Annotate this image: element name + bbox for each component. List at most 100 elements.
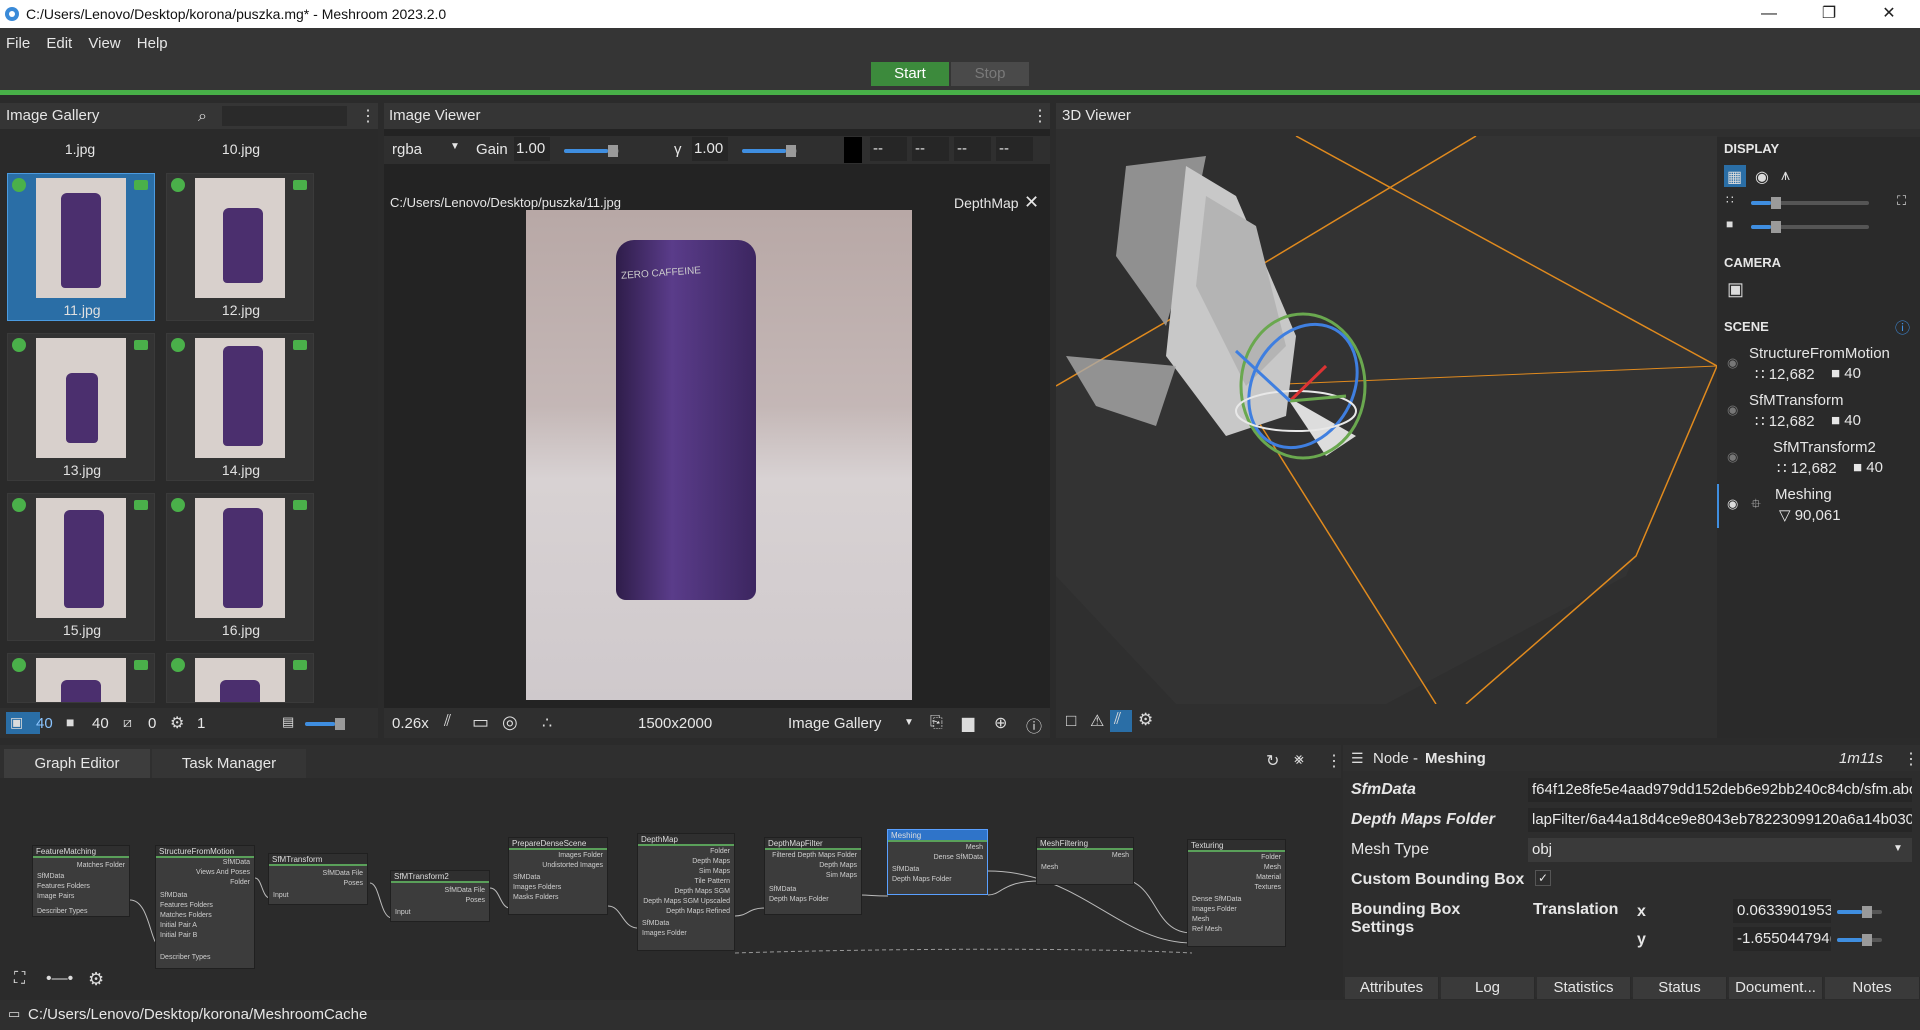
thumbnail-12[interactable]: 12.jpg xyxy=(166,173,314,321)
close-icon[interactable]: ✕ xyxy=(1024,192,1039,213)
mesh-type-select[interactable]: obj xyxy=(1528,838,1912,862)
close-window-button[interactable]: ✕ xyxy=(1860,0,1918,28)
translation-y-knob[interactable] xyxy=(1862,934,1872,946)
bounding-box-icon[interactable]: □ xyxy=(1066,711,1076,731)
node-menu-icon[interactable]: ⋮ xyxy=(1903,749,1919,769)
maximize-button[interactable]: ❐ xyxy=(1800,0,1858,28)
custom-bbox-checkbox[interactable]: ✓ xyxy=(1535,870,1551,886)
node-port[interactable]: SfMData xyxy=(513,874,540,881)
node-port[interactable]: Matches Folder xyxy=(77,862,125,869)
translation-x-input[interactable]: 0.0633901953 xyxy=(1733,899,1831,923)
refresh-icon[interactable]: ↻ xyxy=(1266,751,1279,771)
translation-x-knob[interactable] xyxy=(1862,906,1872,918)
scene-item-structurefrommotion[interactable]: ◉ StructureFromMotion ∷ 12,682 ■ 40 xyxy=(1717,343,1920,387)
sfmdata-field[interactable]: f64f12e8fe5e4aad979dd152deb6e92bb240c84c… xyxy=(1528,778,1912,802)
fit-view-icon[interactable]: ⛶ xyxy=(14,970,25,988)
node-port[interactable]: Depth Maps SGM Upscaled xyxy=(643,898,730,905)
node-port[interactable]: Sim Maps xyxy=(699,868,730,875)
crop-icon[interactable]: ⯐ xyxy=(1751,495,1761,517)
node-port[interactable]: Images Folder xyxy=(642,930,687,937)
frame-icon[interactable]: ▭ xyxy=(472,712,489,733)
node-port[interactable]: Poses xyxy=(344,880,363,887)
globe-icon[interactable]: ⊕ xyxy=(994,713,1007,733)
node-port[interactable]: SfMData xyxy=(37,873,64,880)
node-port[interactable]: Mesh xyxy=(966,844,983,851)
node-port[interactable]: Depth Maps Folder xyxy=(769,896,829,903)
thumbnail-13[interactable]: 13.jpg xyxy=(7,333,155,481)
node-port[interactable]: Mesh xyxy=(1112,852,1129,859)
graph-menu-icon[interactable]: ⋮ xyxy=(1326,751,1342,771)
export-icon[interactable]: ⎘ xyxy=(930,714,943,732)
thumbnail-16[interactable]: 16.jpg xyxy=(166,493,314,641)
node-port[interactable]: Ref Mesh xyxy=(1192,926,1222,933)
node-port[interactable]: Image Pairs xyxy=(37,893,74,900)
info-icon[interactable]: ⓘ xyxy=(1895,317,1910,338)
node-texturing[interactable]: Texturing Folder Mesh Material Textures … xyxy=(1187,839,1286,947)
node-port[interactable]: Initial Pair A xyxy=(160,922,197,929)
depth-maps-folder-field[interactable]: lapFilter/6a44a18d4ce9e8043eb78223099120… xyxy=(1528,808,1912,832)
thumbnail-partial[interactable] xyxy=(166,653,314,703)
channel-select[interactable]: rgba xyxy=(392,141,422,158)
no-camera-icon[interactable]: ⧄ xyxy=(123,714,132,731)
scene-item-sfmtransform[interactable]: ◉ SfMTransform ∷ 12,682 ■ 40 xyxy=(1717,390,1920,434)
node-port[interactable]: Depth Maps xyxy=(692,858,730,865)
warning-icon[interactable]: ⚠ xyxy=(1090,711,1104,731)
thumbnail-size-knob[interactable] xyxy=(335,718,345,730)
minimize-button[interactable]: — xyxy=(1740,0,1798,28)
translation-y-input[interactable]: -1.655044794( xyxy=(1733,927,1831,951)
node-port[interactable]: Matches Folders xyxy=(160,912,212,919)
3d-scene-canvas[interactable] xyxy=(1056,136,1717,704)
node-port[interactable]: Features Folders xyxy=(160,902,213,909)
gain-knob[interactable] xyxy=(608,145,618,157)
menu-help[interactable]: Help xyxy=(131,28,174,52)
node-port[interactable]: Initial Pair B xyxy=(160,932,197,939)
camera-icon[interactable]: ■ xyxy=(66,714,74,730)
node-port[interactable]: SfMData xyxy=(223,859,250,866)
node-port[interactable]: Features Folders xyxy=(37,883,90,890)
node-port[interactable]: SfMData xyxy=(642,920,669,927)
start-button[interactable]: Start xyxy=(871,62,949,86)
tab-notes[interactable]: Notes xyxy=(1825,977,1920,999)
thumbnail-partial[interactable] xyxy=(7,653,155,703)
node-port[interactable]: Folder xyxy=(710,848,730,855)
node-sfmtransform[interactable]: SfMTransform SfMData File Poses Input xyxy=(268,853,368,905)
stop-button[interactable]: Stop xyxy=(951,62,1029,86)
node-port[interactable]: Describer Types xyxy=(160,954,210,961)
node-port[interactable]: Mesh xyxy=(1192,916,1209,923)
node-port[interactable]: Depth Maps xyxy=(819,862,857,869)
histogram-icon[interactable]: ▆ xyxy=(962,713,974,733)
node-port[interactable]: SfMData File xyxy=(445,887,485,894)
node-depthmapfilter[interactable]: DepthMapFilter Filtered Depth Maps Folde… xyxy=(764,837,862,915)
node-port[interactable]: Mesh xyxy=(1264,864,1281,871)
node-port[interactable]: Textures xyxy=(1255,884,1281,891)
node-port[interactable]: Views And Poses xyxy=(196,869,250,876)
eye-hidden-icon[interactable]: ◉ xyxy=(1727,449,1738,465)
node-port[interactable]: Sim Maps xyxy=(826,872,857,879)
scene-item-meshing[interactable]: ◉ ⯐ Meshing ▽ 90,061 xyxy=(1717,484,1920,528)
menu-edit[interactable]: Edit xyxy=(40,28,78,52)
tab-attributes[interactable]: Attributes xyxy=(1345,977,1439,999)
info-icon[interactable]: ⓘ xyxy=(1026,713,1042,737)
node-port[interactable]: Dense SfMData xyxy=(934,854,983,861)
node-port[interactable]: SfMData xyxy=(892,866,919,873)
node-port[interactable]: Masks Folders xyxy=(513,894,559,901)
node-port[interactable]: Input xyxy=(273,892,289,899)
aperture-icon[interactable]: ⚙ xyxy=(170,713,184,733)
node-port[interactable]: Material xyxy=(1256,874,1281,881)
gain-input[interactable]: 1.00 xyxy=(514,137,550,161)
node-featurematching[interactable]: FeatureMatching Matches Folder SfMData F… xyxy=(32,845,130,917)
layout-icon[interactable]: •—• xyxy=(46,970,73,988)
viewer-menu-icon[interactable]: ⋮ xyxy=(1032,106,1048,126)
node-port[interactable]: Images Folder xyxy=(558,852,603,859)
node-port[interactable]: Describer Types xyxy=(37,908,87,915)
folder-icon[interactable]: ▭ xyxy=(8,1006,20,1022)
node-port[interactable]: Images Folders xyxy=(513,884,561,891)
node-port[interactable]: Depth Maps SGM xyxy=(674,888,730,895)
node-depthmap[interactable]: DepthMap Folder Depth Maps Sim Maps Tile… xyxy=(637,833,735,951)
gallery-menu-icon[interactable]: ⋮ xyxy=(360,106,376,126)
gallery-search-input[interactable] xyxy=(222,106,347,126)
node-port[interactable]: Undistorted Images xyxy=(542,862,603,869)
node-port[interactable]: Depth Maps Refined xyxy=(666,908,730,915)
tab-status[interactable]: Status xyxy=(1633,977,1727,999)
fit-icon[interactable]: ⛶ xyxy=(1897,193,1906,209)
